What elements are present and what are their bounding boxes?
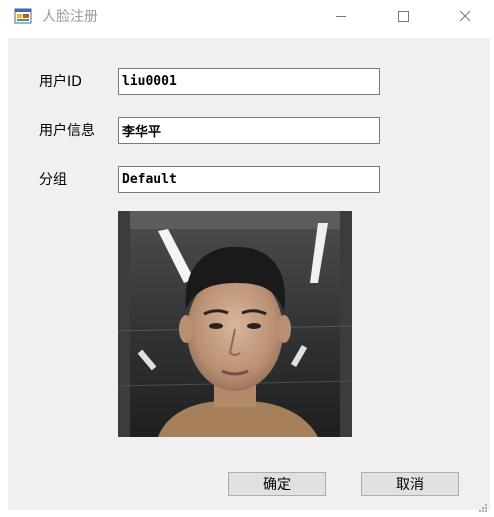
app-form-icon: [14, 8, 32, 24]
user-info-label: 用户信息: [39, 123, 95, 139]
minimize-button[interactable]: [318, 0, 364, 32]
resize-grip-icon[interactable]: [478, 498, 488, 512]
close-icon: [459, 7, 471, 26]
ok-button[interactable]: 确定: [228, 472, 326, 496]
form-client-area: 用户ID 用户信息 分组: [8, 38, 490, 512]
user-id-label: 用户ID: [39, 74, 82, 90]
maximize-icon: [397, 7, 409, 26]
face-photo: [118, 211, 352, 437]
close-button[interactable]: [442, 0, 488, 32]
window-title: 人脸注册: [42, 9, 98, 25]
maximize-button[interactable]: [380, 0, 426, 32]
group-field[interactable]: [118, 166, 380, 193]
minimize-icon: [335, 7, 347, 26]
title-bar[interactable]: 人脸注册: [0, 0, 494, 34]
cancel-button[interactable]: 取消: [361, 472, 459, 496]
user-info-field[interactable]: [118, 117, 380, 144]
group-label: 分组: [39, 172, 67, 188]
user-id-field[interactable]: [118, 68, 380, 95]
face-register-window: 人脸注册 用户ID 用户信息 分组: [0, 0, 494, 517]
